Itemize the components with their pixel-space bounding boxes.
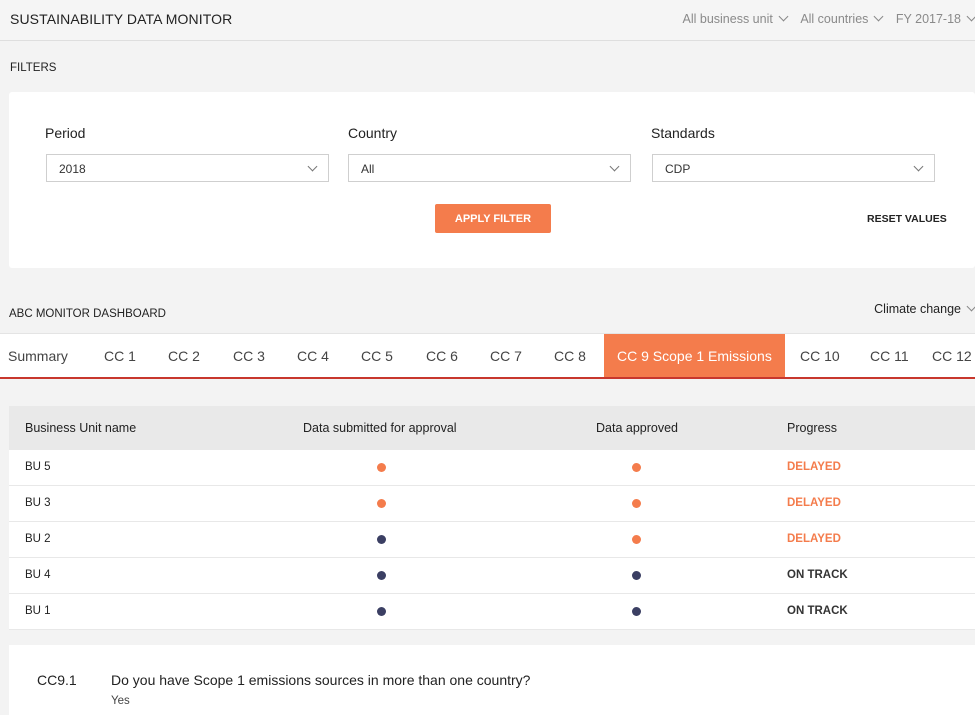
submitted-status-dot-icon [377, 571, 386, 580]
bu-name: BU 3 [25, 497, 51, 509]
chevron-down-icon [610, 162, 620, 172]
tab-cc7[interactable]: CC 7 [490, 334, 522, 377]
header-bu-name: Business Unit name [25, 421, 136, 435]
table-row[interactable]: BU 3 DELAYED [9, 486, 975, 522]
header-approved: Data approved [596, 421, 678, 435]
country-label: Country [348, 125, 397, 141]
category-label: Climate change [874, 302, 961, 316]
apply-filter-button[interactable]: APPLY FILTER [435, 204, 551, 233]
standards-label: Standards [651, 125, 715, 141]
approved-status-dot-icon [632, 571, 641, 580]
country-select[interactable]: All [348, 154, 631, 182]
table-row[interactable]: BU 5 DELAYED [9, 450, 975, 486]
tab-cc9-active[interactable]: CC 9 Scope 1 Emissions [604, 334, 785, 377]
filters-section-label: FILTERS [10, 62, 56, 74]
countries-dropdown[interactable]: All countries [800, 12, 882, 26]
table-row[interactable]: BU 1 ON TRACK [9, 594, 975, 630]
progress-status: DELAYED [787, 461, 841, 473]
fiscal-year-label: FY 2017-18 [896, 12, 961, 26]
submitted-status-dot-icon [377, 499, 386, 508]
tab-cc5[interactable]: CC 5 [361, 334, 393, 377]
tab-cc3[interactable]: CC 3 [233, 334, 265, 377]
chevron-down-icon [308, 162, 318, 172]
business-unit-table: Business Unit name Data submitted for ap… [9, 406, 975, 630]
tab-cc2[interactable]: CC 2 [168, 334, 200, 377]
business-unit-label: All business unit [683, 12, 773, 26]
chevron-down-icon [967, 302, 975, 312]
table-header: Business Unit name Data submitted for ap… [9, 406, 975, 450]
submitted-status-dot-icon [377, 535, 386, 544]
period-select[interactable]: 2018 [46, 154, 329, 182]
question-number: CC9.1 [37, 672, 77, 688]
tab-cc1[interactable]: CC 1 [104, 334, 136, 377]
global-filters: All business unit All countries FY 2017-… [673, 12, 975, 26]
tab-summary[interactable]: Summary [8, 334, 68, 377]
header-submitted: Data submitted for approval [303, 421, 457, 435]
filter-panel: Period 2018 Country All Standards CDP AP… [9, 92, 975, 268]
app-title: SUSTAINABILITY DATA MONITOR [10, 11, 232, 27]
period-value: 2018 [59, 162, 86, 176]
standards-select[interactable]: CDP [652, 154, 935, 182]
question-answer: Yes [111, 695, 130, 707]
submitted-status-dot-icon [377, 463, 386, 472]
table-row[interactable]: BU 4 ON TRACK [9, 558, 975, 594]
bu-name: BU 4 [25, 569, 51, 581]
header-progress: Progress [787, 421, 837, 435]
progress-status: ON TRACK [787, 605, 848, 617]
question-card: CC9.1 Do you have Scope 1 emissions sour… [9, 645, 975, 715]
approved-status-dot-icon [632, 607, 641, 616]
approved-status-dot-icon [632, 499, 641, 508]
progress-status: DELAYED [787, 533, 841, 545]
question-text: Do you have Scope 1 emissions sources in… [111, 672, 530, 688]
tab-cc12[interactable]: CC 12 [932, 334, 972, 377]
chevron-down-icon [967, 12, 975, 22]
tab-cc6[interactable]: CC 6 [426, 334, 458, 377]
chevron-down-icon [914, 162, 924, 172]
bu-name: BU 2 [25, 533, 51, 545]
tab-cc4[interactable]: CC 4 [297, 334, 329, 377]
tab-cc10[interactable]: CC 10 [800, 334, 840, 377]
progress-status: DELAYED [787, 497, 841, 509]
tab-cc8[interactable]: CC 8 [554, 334, 586, 377]
country-value: All [361, 162, 374, 176]
period-label: Period [45, 125, 85, 141]
chevron-down-icon [874, 12, 884, 22]
progress-status: ON TRACK [787, 569, 848, 581]
table-row[interactable]: BU 2 DELAYED [9, 522, 975, 558]
category-dropdown[interactable]: Climate change [874, 302, 975, 316]
standards-value: CDP [665, 162, 690, 176]
dashboard-title: ABC MONITOR DASHBOARD [9, 308, 166, 320]
tab-cc11[interactable]: CC 11 [870, 334, 909, 377]
submitted-status-dot-icon [377, 607, 386, 616]
chevron-down-icon [778, 12, 788, 22]
countries-label: All countries [800, 12, 868, 26]
bu-name: BU 5 [25, 461, 51, 473]
table-body: BU 5 DELAYED BU 3 DELAYED BU 2 DELAYED BU 4 ON … [9, 450, 975, 630]
bu-name: BU 1 [25, 605, 51, 617]
reset-values-link[interactable]: RESET VALUES [867, 213, 947, 225]
fiscal-year-dropdown[interactable]: FY 2017-18 [896, 12, 975, 26]
approved-status-dot-icon [632, 535, 641, 544]
business-unit-dropdown[interactable]: All business unit [683, 12, 787, 26]
cc-tabs: Summary CC 1 CC 2 CC 3 CC 4 CC 5 CC 6 CC… [0, 333, 975, 379]
approved-status-dot-icon [632, 463, 641, 472]
top-bar: SUSTAINABILITY DATA MONITOR All business… [0, 0, 975, 41]
